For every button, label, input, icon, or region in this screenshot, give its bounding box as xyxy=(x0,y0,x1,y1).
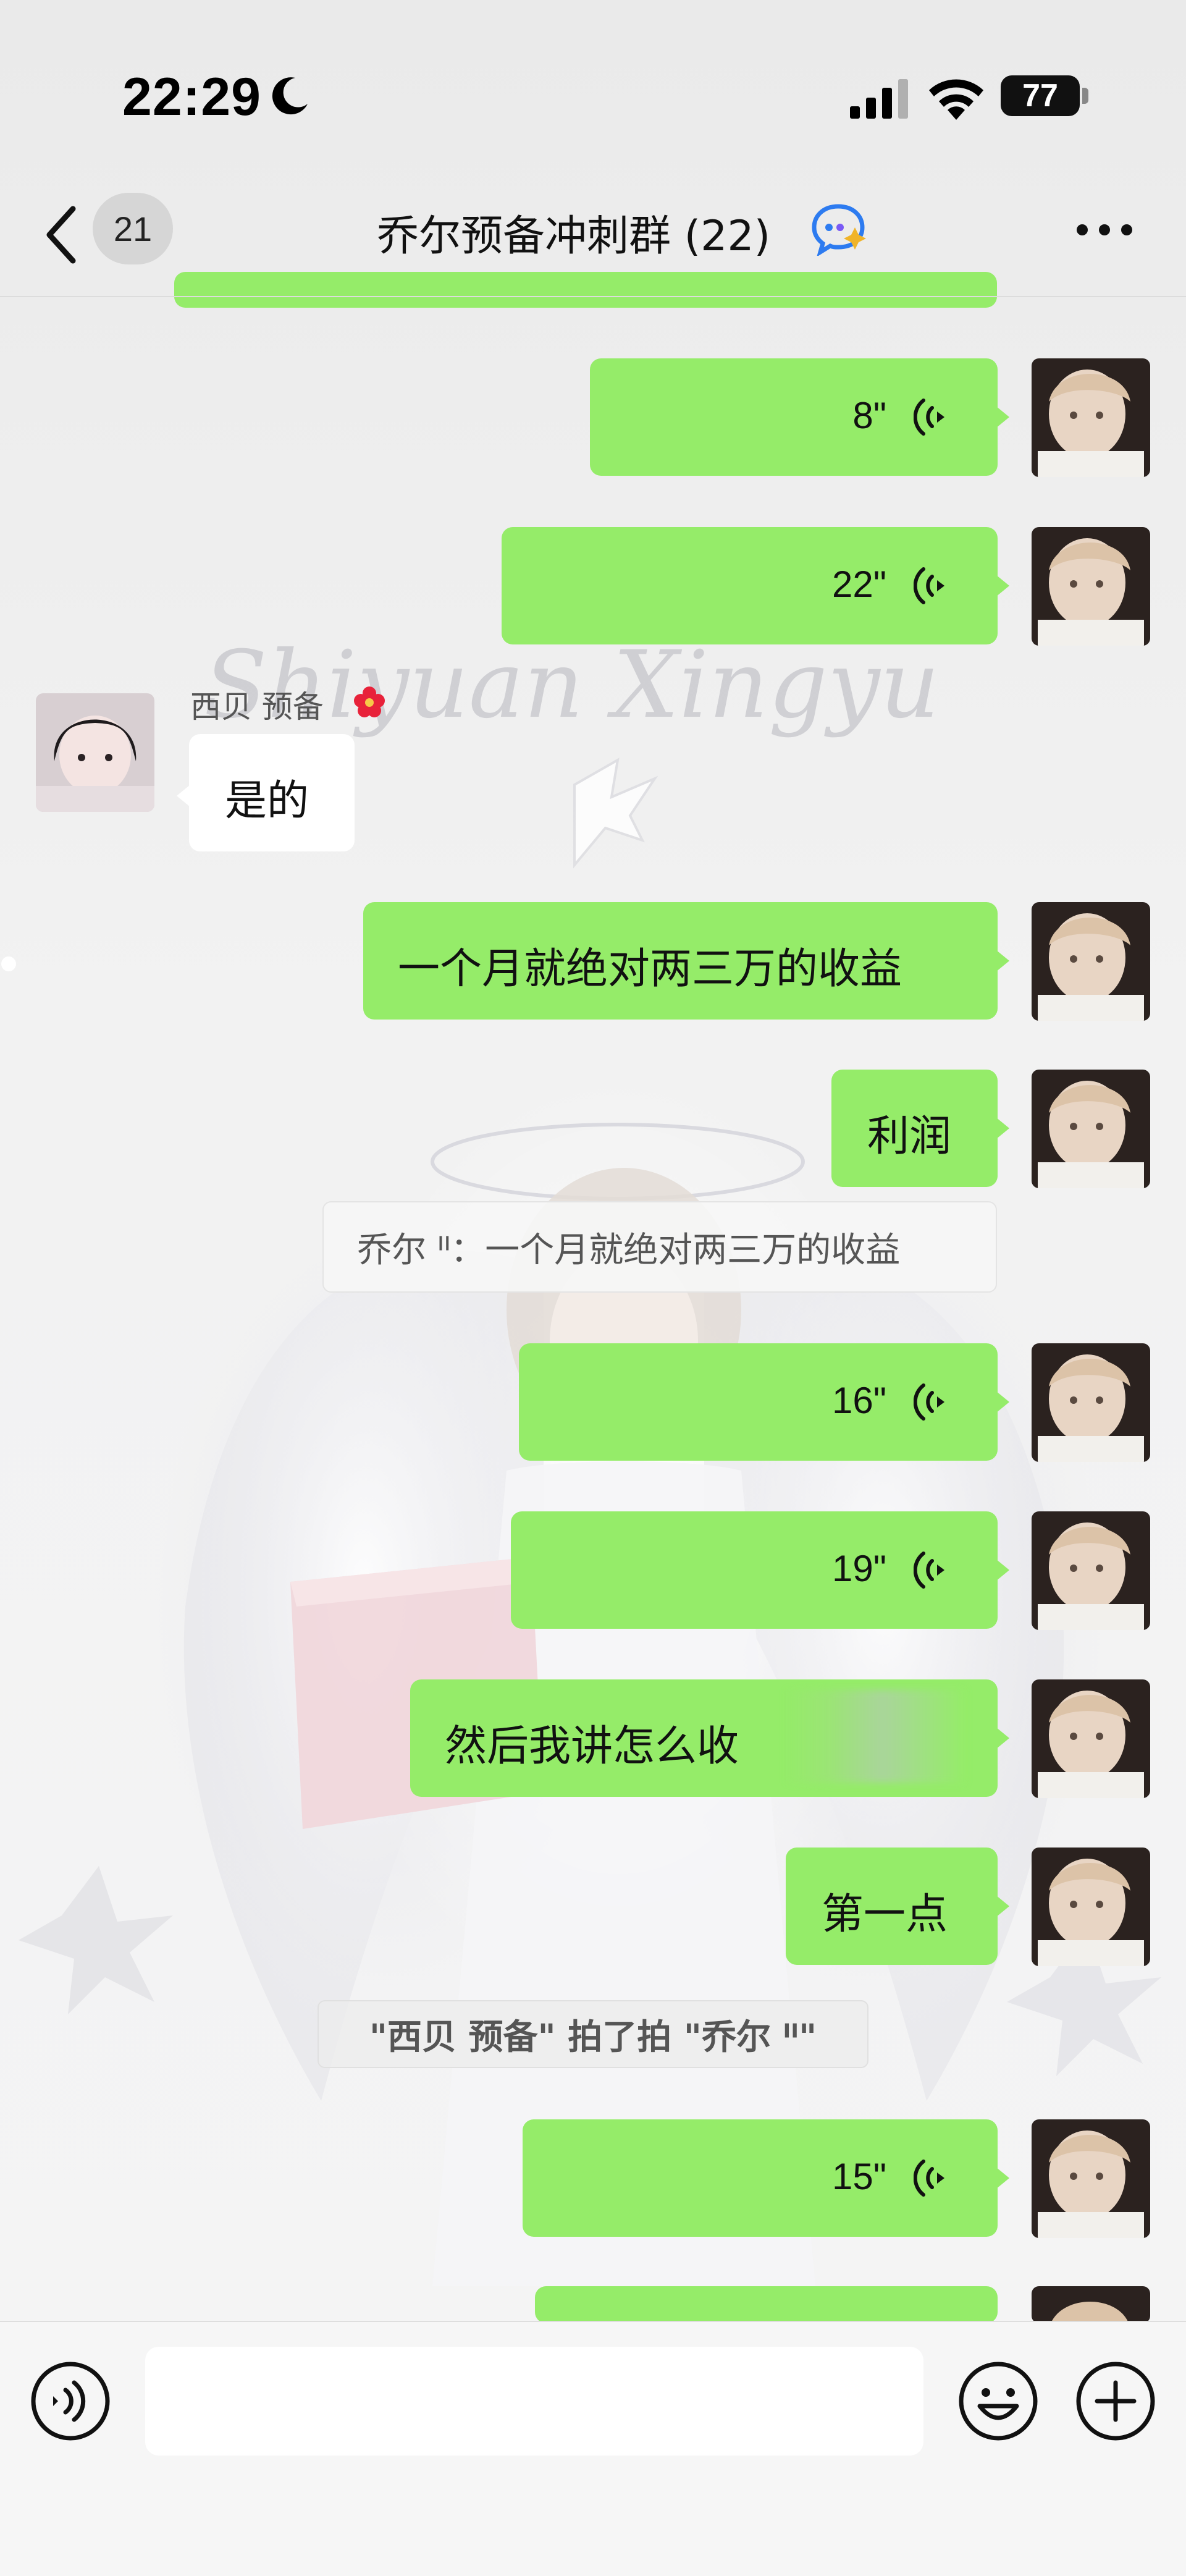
text-message-bubble[interactable]: 一个月就绝对两三万的收益 xyxy=(363,902,998,1020)
bubble-tail xyxy=(996,1895,1009,1917)
avatar-self[interactable] xyxy=(1032,2119,1150,2238)
bubble-tail xyxy=(996,575,1009,597)
message-list[interactable]: 8" 22" 西贝 预备 是的 一个月就绝对两三万的收益 利润 乔尔 ᑊᑊ：一个… xyxy=(0,0,1186,2323)
text-message-bubble[interactable]: 是的 xyxy=(189,734,355,851)
sender-name: 西贝 预备 xyxy=(190,689,324,725)
text-message-bubble[interactable]: 第一点 xyxy=(786,1848,998,1965)
voice-message-bubble[interactable]: 16" xyxy=(519,1343,998,1461)
voice-duration: 15" xyxy=(831,2156,886,2197)
voice-message-bubble[interactable]: 19" xyxy=(511,1511,998,1629)
text-message-bubble[interactable]: 利润 xyxy=(831,1070,998,1187)
voice-message-bubble[interactable]: 15" xyxy=(523,2119,998,2237)
chat-ai-icon[interactable] xyxy=(810,203,866,256)
header-divider xyxy=(0,296,1186,297)
bubble-tail xyxy=(996,406,1009,428)
signal-icon xyxy=(850,79,908,119)
voice-duration: 8" xyxy=(852,395,886,436)
message-bubble-partial[interactable] xyxy=(535,2286,998,2323)
emoji-icon[interactable] xyxy=(957,2360,1039,2442)
voice-wave-icon xyxy=(914,567,944,604)
message-text: 第一点 xyxy=(822,1890,948,1939)
avatar-self[interactable] xyxy=(1032,1511,1150,1630)
voice-toggle-icon[interactable] xyxy=(30,2360,111,2442)
avatar-self[interactable] xyxy=(1032,1070,1150,1188)
avatar-self[interactable] xyxy=(1032,527,1150,646)
bubble-tail xyxy=(996,1391,1009,1413)
voice-duration: 22" xyxy=(831,564,886,605)
bubble-tail xyxy=(996,1727,1009,1749)
more-icon[interactable] xyxy=(1075,222,1134,237)
flower-icon xyxy=(354,686,385,717)
avatar-self[interactable] xyxy=(1032,2286,1150,2323)
voice-duration: 16" xyxy=(831,1380,886,1421)
blurred-region xyxy=(784,1690,964,1783)
bubble-tail xyxy=(996,1559,1009,1581)
plus-circle-icon[interactable] xyxy=(1075,2360,1156,2442)
avatar-self[interactable] xyxy=(1032,902,1150,1021)
battery-tip xyxy=(1082,88,1088,104)
status-time: 22:29 xyxy=(122,67,261,127)
unread-count-badge[interactable]: 21 xyxy=(93,193,173,264)
message-text: 一个月就绝对两三万的收益 xyxy=(398,945,902,994)
status-bar: 22:29 77 xyxy=(0,0,1186,179)
avatar-self[interactable] xyxy=(1032,358,1150,477)
chevron-left-icon[interactable] xyxy=(43,204,80,266)
voice-message-bubble[interactable]: 8" xyxy=(590,358,998,476)
battery-icon: 77 xyxy=(1001,75,1080,116)
bubble-tail xyxy=(996,1117,1009,1139)
avatar-self[interactable] xyxy=(1032,1343,1150,1462)
bubble-tail xyxy=(996,950,1009,972)
voice-wave-icon xyxy=(914,2160,944,2197)
chat-title[interactable]: 乔尔预备冲刺群 (22) xyxy=(377,201,770,263)
voice-duration: 19" xyxy=(831,1548,886,1589)
avatar-self[interactable] xyxy=(1032,1848,1150,1966)
quoted-message[interactable]: 乔尔 ᑊᑊ：一个月就绝对两三万的收益 xyxy=(322,1201,997,1293)
system-pat-notice: "西贝 预备" 拍了拍 "乔尔 ᑊᑊ" xyxy=(318,2000,868,2068)
message-input[interactable] xyxy=(145,2347,923,2456)
voice-message-bubble[interactable]: 22" xyxy=(502,527,998,644)
bubble-tail xyxy=(996,2167,1009,2189)
voice-wave-icon xyxy=(914,399,944,436)
message-text: 利润 xyxy=(867,1112,952,1161)
message-text: 是的 xyxy=(225,777,309,826)
avatar-sender[interactable] xyxy=(36,693,154,812)
bubble-tail xyxy=(177,785,190,807)
chat-header: 21 乔尔预备冲刺群 (22) xyxy=(0,179,1186,297)
voice-wave-icon xyxy=(914,1383,944,1421)
voice-wave-icon xyxy=(914,1552,944,1589)
avatar-self[interactable] xyxy=(1032,1679,1150,1798)
message-text: 然后我讲怎么收 xyxy=(445,1722,739,1771)
input-bar xyxy=(0,2321,1186,2576)
wifi-icon xyxy=(929,79,983,120)
moon-icon xyxy=(272,77,308,115)
